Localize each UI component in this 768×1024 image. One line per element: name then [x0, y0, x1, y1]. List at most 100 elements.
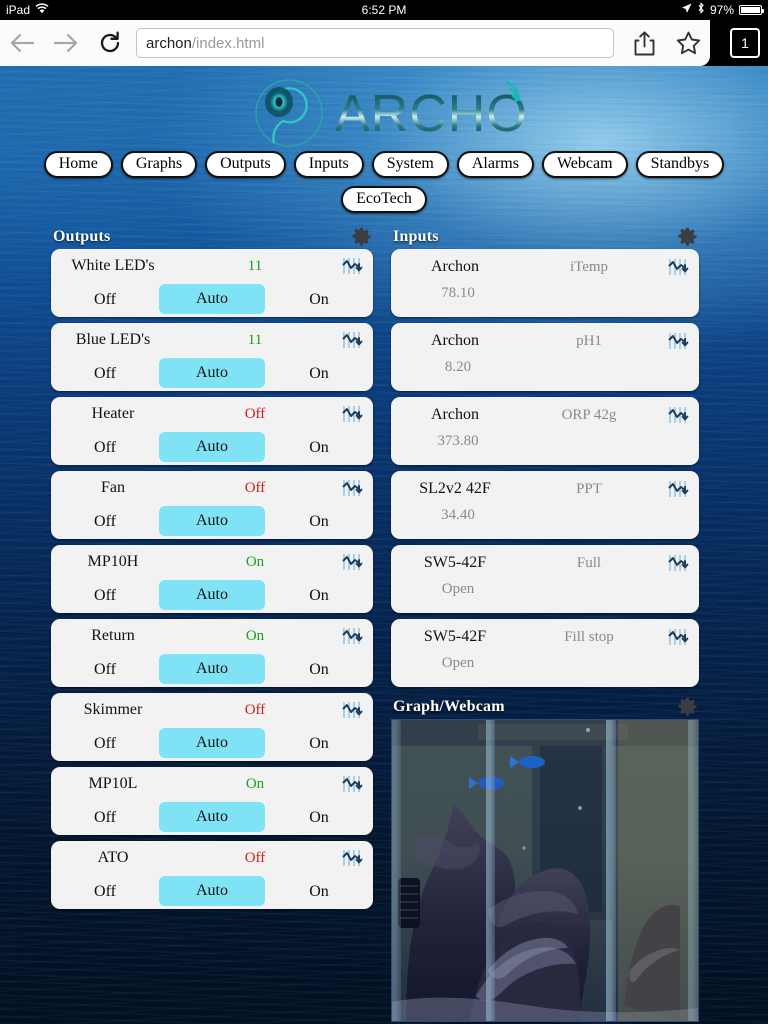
output-row: Blue LED's 11 Off Auto On: [51, 323, 373, 391]
reload-icon[interactable]: [88, 21, 132, 65]
output-mode-auto[interactable]: Auto: [159, 506, 265, 536]
nav-item-system[interactable]: System: [371, 151, 449, 178]
output-mode-on[interactable]: On: [265, 875, 373, 909]
chart-icon[interactable]: [667, 405, 689, 425]
output-mode-auto[interactable]: Auto: [159, 876, 265, 906]
output-mode-off[interactable]: Off: [51, 431, 159, 465]
nav-item-inputs[interactable]: Inputs: [293, 151, 364, 178]
chart-icon[interactable]: [341, 774, 363, 794]
output-mode-on[interactable]: On: [265, 283, 373, 317]
output-mode-auto[interactable]: Auto: [159, 284, 265, 314]
chart-icon[interactable]: [341, 478, 363, 498]
output-mode-off[interactable]: Off: [51, 357, 159, 391]
inputs-list: Archon iTemp 78.10 Archon pH1 8.20 Archo…: [391, 249, 699, 687]
location-arrow-icon: [681, 0, 692, 20]
url-input[interactable]: archon/index.html: [136, 28, 614, 58]
output-row: ATO Off Off Auto On: [51, 841, 373, 909]
output-mode-off[interactable]: Off: [51, 653, 159, 687]
input-row-bottom: 8.20: [399, 359, 689, 389]
chart-icon[interactable]: [341, 404, 363, 424]
output-mode-auto[interactable]: Auto: [159, 802, 265, 832]
output-mode-off[interactable]: Off: [51, 283, 159, 317]
input-row-top: Archon iTemp: [399, 249, 689, 285]
output-mode-auto[interactable]: Auto: [159, 728, 265, 758]
nav-item-outputs[interactable]: Outputs: [205, 151, 286, 178]
output-row: MP10H On Off Auto On: [51, 545, 373, 613]
inputs-panel: Inputs Archon iTemp 78.10 Archon pH1 8.2…: [391, 227, 699, 1022]
input-device-name: Archon: [431, 332, 479, 349]
chart-icon[interactable]: [667, 627, 689, 647]
output-mode-off[interactable]: Off: [51, 875, 159, 909]
chart-icon[interactable]: [341, 626, 363, 646]
chart-icon[interactable]: [341, 330, 363, 350]
output-state-value: On: [245, 553, 265, 570]
output-mode-on[interactable]: On: [265, 653, 373, 687]
output-mode-on[interactable]: On: [265, 505, 373, 539]
outputs-header: Outputs: [51, 227, 373, 249]
site-logo: ARCHON: [0, 66, 768, 151]
input-value: 78.10: [441, 285, 475, 301]
page-body: ARCHON Home Graphs Outputs Inputs System…: [0, 66, 768, 1024]
input-row: SW5-42F Full Open: [391, 545, 699, 613]
output-row-top: ATO Off: [51, 841, 373, 875]
output-mode-on[interactable]: On: [265, 357, 373, 391]
nav-item-standbys[interactable]: Standbys: [635, 151, 725, 178]
chart-icon[interactable]: [341, 552, 363, 572]
archon-logo-graphic: ARCHON: [255, 78, 529, 147]
nav-item-webcam[interactable]: Webcam: [541, 151, 628, 178]
output-mode-on[interactable]: On: [265, 727, 373, 761]
star-icon[interactable]: [666, 21, 710, 65]
gear-icon[interactable]: [678, 227, 697, 246]
output-mode-on[interactable]: On: [265, 431, 373, 465]
input-row-bottom: Open: [399, 581, 689, 611]
nav-item-alarms[interactable]: Alarms: [456, 151, 534, 178]
input-row: SL2v2 42F PPT 34.40: [391, 471, 699, 539]
chart-icon[interactable]: [667, 331, 689, 351]
input-device-name: Archon: [431, 406, 479, 423]
output-mode-on[interactable]: On: [265, 801, 373, 835]
input-value: 8.20: [444, 359, 472, 375]
output-mode-off[interactable]: Off: [51, 579, 159, 613]
output-name: Heater: [91, 405, 135, 422]
chart-icon[interactable]: [341, 700, 363, 720]
chart-icon[interactable]: [341, 256, 363, 276]
outputs-title: Outputs: [53, 227, 111, 245]
output-row-top: MP10L On: [51, 767, 373, 801]
nav-item-home[interactable]: Home: [43, 151, 113, 178]
main-nav: Home Graphs Outputs Inputs System Alarms…: [0, 151, 768, 178]
output-mode-off[interactable]: Off: [51, 727, 159, 761]
tab-count-button[interactable]: 1: [730, 28, 760, 58]
forward-arrow-icon[interactable]: [44, 21, 88, 65]
output-mode-switch: Off Auto On: [51, 875, 373, 909]
status-bar-right: 97%: [681, 0, 764, 20]
share-icon[interactable]: [622, 21, 666, 65]
output-name: ATO: [97, 849, 129, 866]
back-arrow-icon[interactable]: [0, 21, 44, 65]
output-mode-auto[interactable]: Auto: [159, 432, 265, 462]
input-sensor-label: pH1: [576, 332, 602, 349]
input-row-bottom: 34.40: [399, 507, 689, 537]
output-mode-on[interactable]: On: [265, 579, 373, 613]
secondary-nav: EcoTech: [0, 186, 768, 213]
gear-icon[interactable]: [352, 227, 371, 246]
input-value: Open: [441, 581, 475, 597]
nav-item-graphs[interactable]: Graphs: [120, 151, 198, 178]
output-mode-auto[interactable]: Auto: [159, 580, 265, 610]
output-mode-switch: Off Auto On: [51, 801, 373, 835]
output-state-value: Off: [244, 405, 266, 422]
chart-icon[interactable]: [341, 848, 363, 868]
input-row-top: SW5-42F Fill stop: [399, 619, 689, 655]
chart-icon[interactable]: [667, 257, 689, 277]
gear-icon[interactable]: [678, 697, 697, 716]
chart-icon[interactable]: [667, 553, 689, 573]
output-mode-auto[interactable]: Auto: [159, 358, 265, 388]
output-mode-off[interactable]: Off: [51, 801, 159, 835]
nav-item-ecotech[interactable]: EcoTech: [341, 186, 427, 213]
input-sensor-label: Full: [576, 554, 602, 571]
output-mode-auto[interactable]: Auto: [159, 654, 265, 684]
output-name: Blue LED's: [75, 331, 151, 348]
chart-icon[interactable]: [667, 479, 689, 499]
output-mode-off[interactable]: Off: [51, 505, 159, 539]
webcam-image[interactable]: [391, 719, 699, 1022]
status-bar-clock: 6:52 PM: [361, 3, 407, 17]
